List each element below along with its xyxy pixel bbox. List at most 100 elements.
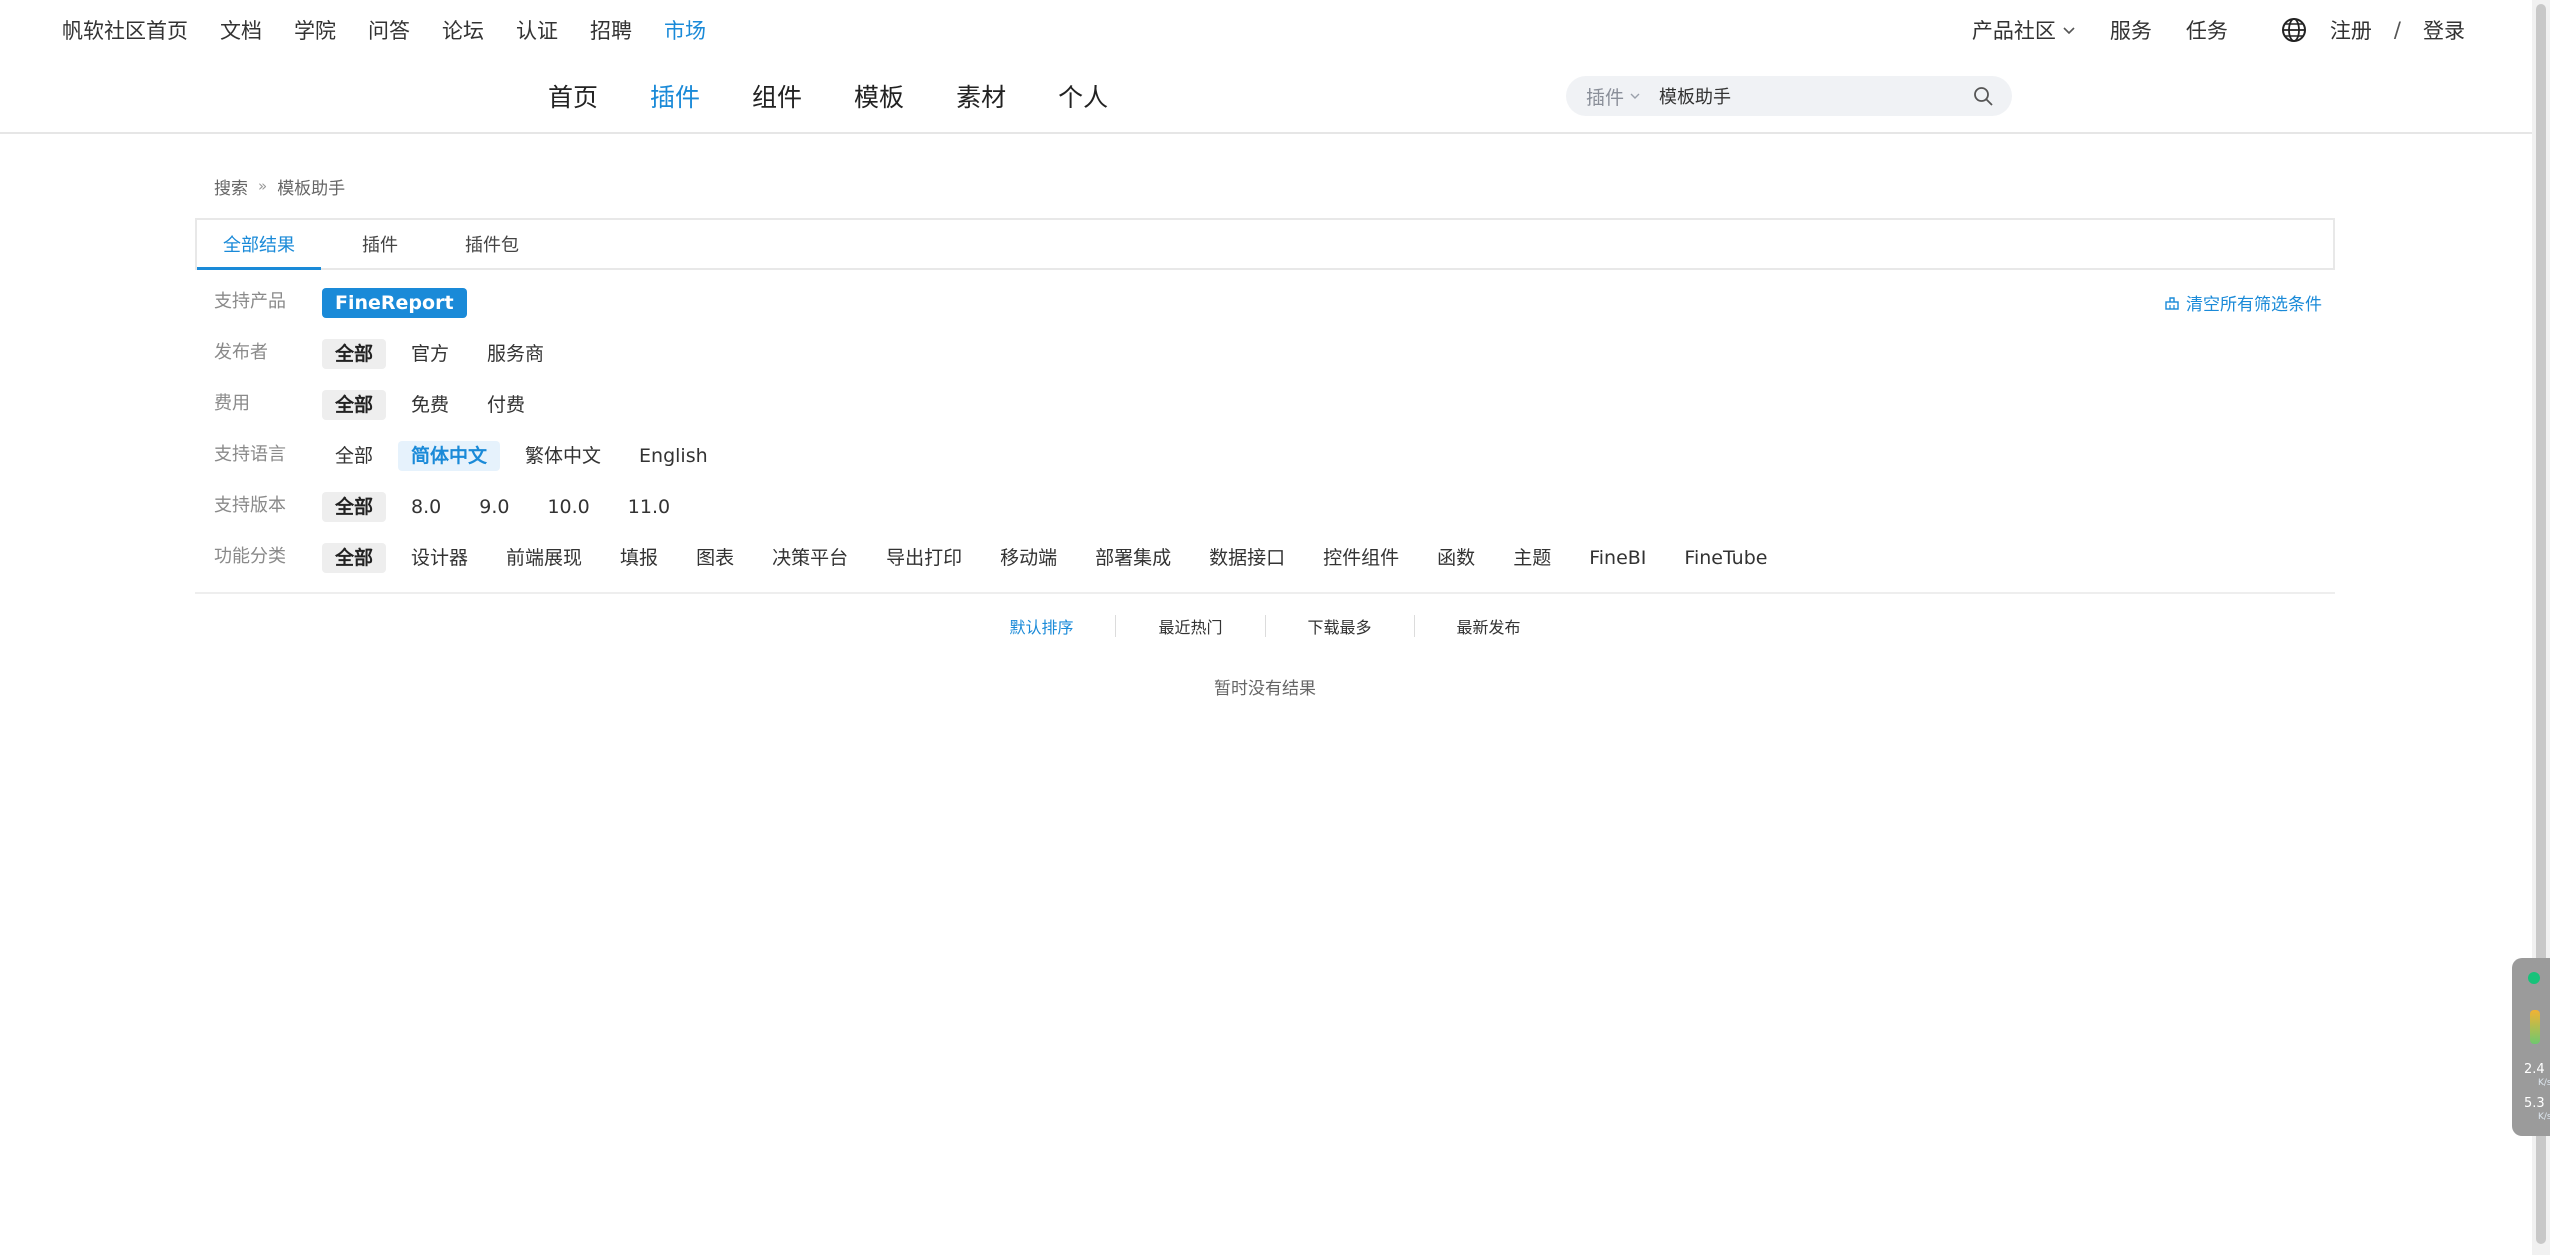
status-dot-icon — [2528, 972, 2540, 984]
market-nav-materials[interactable]: 素材 — [956, 78, 1006, 114]
product-community-label: 产品社区 — [1971, 19, 2056, 43]
filter-label: 发布者 — [214, 342, 268, 363]
chevron-down-icon — [1630, 93, 1640, 99]
filter-option[interactable]: 决策平台 — [759, 543, 861, 573]
site-nav: 帆软社区首页 文档 学院 问答 论坛 认证 招聘 市场 — [62, 12, 738, 48]
filter-option[interactable]: 主题 — [1500, 543, 1564, 573]
filter-option[interactable]: 部署集成 — [1082, 543, 1184, 573]
filter-option[interactable]: FineBI — [1576, 543, 1659, 573]
filter-option[interactable]: 移动端 — [987, 543, 1070, 573]
site-nav-home[interactable]: 帆软社区首页 — [62, 15, 188, 45]
filter-option[interactable]: 繁体中文 — [512, 441, 614, 471]
filter-option[interactable]: 全部 — [322, 492, 387, 522]
download-speed-value: 5.3 — [2524, 1096, 2545, 1111]
filter-row-language: 支持语言 全部 简体中文 繁体中文 English — [214, 437, 2335, 475]
search-input[interactable] — [1657, 78, 1958, 114]
filter-label: 支持版本 — [214, 495, 286, 516]
filter-label: 支持语言 — [214, 444, 286, 465]
market-nav: 首页 插件 组件 模板 素材 个人 — [548, 76, 1160, 116]
filter-option[interactable]: FineTube — [1671, 543, 1780, 573]
market-nav-templates[interactable]: 模板 — [854, 78, 904, 114]
filter-option[interactable]: 付费 — [474, 390, 538, 420]
site-nav-jobs[interactable]: 招聘 — [590, 15, 632, 45]
login-link[interactable]: 登录 — [2423, 15, 2465, 45]
filter-option[interactable]: 全部 — [322, 543, 387, 573]
filter-panel: 清空所有筛选条件 支持产品 FineReport 发布者 全部 官方 服务商 费… — [214, 284, 2335, 590]
tab-all-results[interactable]: 全部结果 — [197, 220, 321, 270]
filter-option[interactable]: FineReport — [322, 288, 467, 318]
filter-option[interactable]: 设计器 — [398, 543, 481, 573]
sort-bar: 默认排序 最近热门 下载最多 最新发布 — [0, 612, 2530, 640]
filter-row-product: 支持产品 FineReport — [214, 284, 2335, 322]
filter-option[interactable]: 9.0 — [466, 492, 522, 522]
market-nav-plugins[interactable]: 插件 — [650, 78, 700, 114]
market-nav-personal[interactable]: 个人 — [1058, 78, 1108, 114]
filter-row-version: 支持版本 全部 8.0 9.0 10.0 11.0 — [214, 488, 2335, 526]
auth-separator: / — [2393, 18, 2401, 42]
breadcrumb-current: 模板助手 — [277, 178, 346, 199]
sort-default[interactable]: 默认排序 — [967, 614, 1115, 638]
site-nav-forum[interactable]: 论坛 — [442, 15, 484, 45]
filter-option[interactable]: 免费 — [398, 390, 462, 420]
filter-option[interactable]: 图表 — [683, 543, 747, 573]
auth-links: 注册 / 登录 — [2330, 15, 2465, 45]
search-icon[interactable] — [1972, 85, 1994, 107]
filter-option[interactable]: 简体中文 — [398, 441, 501, 471]
filter-option[interactable]: 官方 — [398, 339, 462, 369]
search-bar: 插件 — [1566, 76, 2012, 116]
filter-option[interactable]: 前端展现 — [493, 543, 595, 573]
empty-results-message: 暂时没有结果 — [1214, 679, 1316, 699]
filter-option[interactable]: 填报 — [607, 543, 671, 573]
filter-option[interactable]: 11.0 — [615, 492, 683, 522]
site-nav-certification[interactable]: 认证 — [516, 15, 558, 45]
filter-option[interactable]: 服务商 — [474, 339, 557, 369]
sort-recent-hot[interactable]: 最近热门 — [1116, 614, 1264, 638]
network-speed-widget[interactable]: 2.4 K/s 5.3 K/s — [2512, 958, 2550, 1136]
filter-label: 功能分类 — [214, 546, 286, 567]
product-community-dropdown[interactable]: 产品社区 — [1972, 15, 2076, 45]
filter-option[interactable]: 8.0 — [398, 492, 454, 522]
filter-option[interactable]: 导出打印 — [873, 543, 975, 573]
breadcrumb: 搜索 » 模板助手 — [214, 174, 346, 199]
clear-icon — [2165, 296, 2179, 310]
site-nav-right: 产品社区 服务 任务 注册 / 登录 — [1972, 12, 2465, 48]
filter-divider — [195, 592, 2335, 594]
clear-filters-button[interactable]: 清空所有筛选条件 — [2164, 290, 2322, 315]
filter-row-category: 功能分类 全部 设计器 前端展现 填报 图表 决策平台 导出打印 移动端 部署集… — [214, 539, 2335, 577]
sort-newest[interactable]: 最新发布 — [1415, 614, 1563, 638]
usage-bar-icon — [2530, 1010, 2540, 1044]
upload-speed-value: 2.4 — [2524, 1062, 2545, 1077]
site-nav-qa[interactable]: 问答 — [368, 15, 410, 45]
breadcrumb-separator: » — [258, 177, 268, 195]
top-header: 帆软社区首页 文档 学院 问答 论坛 认证 招聘 市场 产品社区 服务 任务 注… — [0, 0, 2550, 134]
filter-label: 费用 — [214, 393, 250, 414]
site-nav-market[interactable]: 市场 — [664, 15, 706, 45]
clear-filters-label: 清空所有筛选条件 — [2186, 295, 2322, 315]
tasks-link[interactable]: 任务 — [2186, 15, 2228, 45]
market-nav-home[interactable]: 首页 — [548, 78, 598, 114]
filter-option[interactable]: 全部 — [322, 441, 386, 471]
filter-row-fee: 费用 全部 免费 付费 — [214, 386, 2335, 424]
search-type-select[interactable]: 插件 — [1566, 83, 1641, 110]
filter-label: 支持产品 — [214, 291, 286, 312]
filter-option[interactable]: 控件组件 — [1310, 543, 1412, 573]
tab-plugin-packages[interactable]: 插件包 — [439, 220, 545, 268]
market-nav-components[interactable]: 组件 — [752, 78, 802, 114]
filter-option[interactable]: 10.0 — [534, 492, 602, 522]
filter-option[interactable]: English — [626, 441, 721, 471]
breadcrumb-search[interactable]: 搜索 — [214, 174, 248, 199]
filter-option[interactable]: 数据接口 — [1196, 543, 1298, 573]
services-link[interactable]: 服务 — [2110, 15, 2152, 45]
sort-most-downloads[interactable]: 下载最多 — [1266, 614, 1414, 638]
filter-option[interactable]: 函数 — [1424, 543, 1488, 573]
site-nav-academy[interactable]: 学院 — [294, 15, 336, 45]
site-nav-docs[interactable]: 文档 — [220, 15, 262, 45]
globe-icon[interactable] — [2280, 16, 2308, 44]
search-type-label: 插件 — [1586, 86, 1625, 109]
register-link[interactable]: 注册 — [2330, 15, 2372, 45]
filter-option[interactable]: 全部 — [322, 390, 387, 420]
filter-option[interactable]: 全部 — [322, 339, 387, 369]
chevron-down-icon — [2063, 27, 2075, 35]
tab-plugins[interactable]: 插件 — [336, 220, 424, 268]
upload-speed-unit: K/s — [2538, 1078, 2550, 1088]
